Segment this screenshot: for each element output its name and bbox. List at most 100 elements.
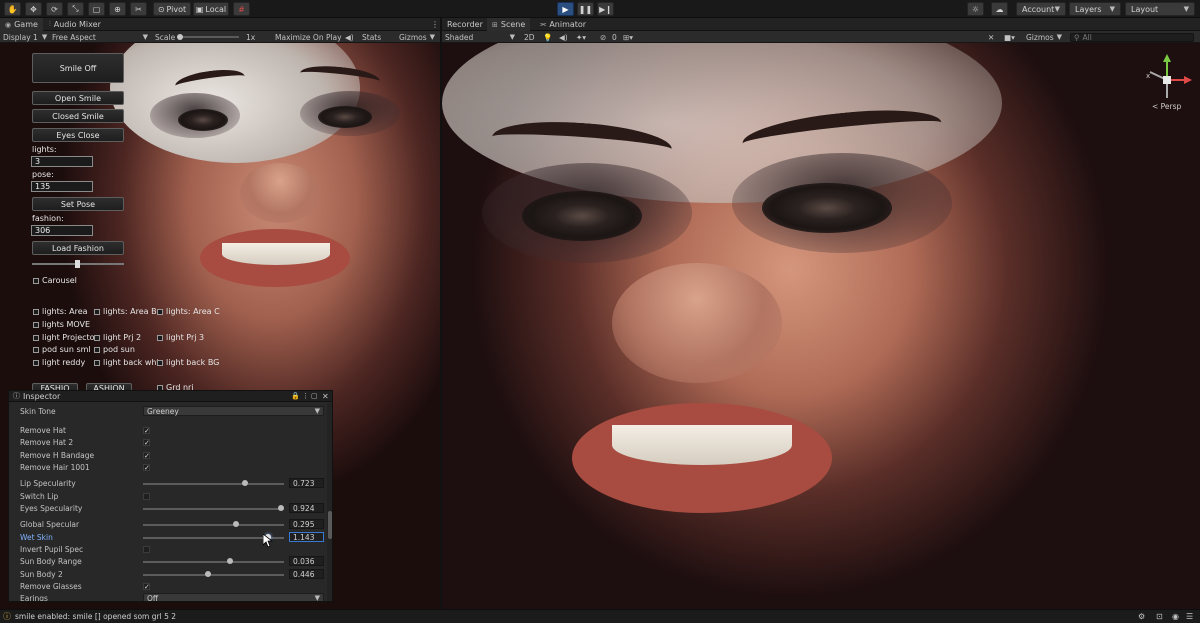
notifications-icon[interactable]: ☰ — [1186, 612, 1193, 621]
scale-tool-icon[interactable]: ⤡ — [67, 2, 84, 16]
custom-tool-icon[interactable]: ✂ — [130, 2, 147, 16]
perspective-toggle[interactable]: < Persp — [1152, 102, 1181, 111]
step-button[interactable]: ▶❙ — [597, 2, 614, 16]
sun-body-2-value[interactable]: 0.446 — [289, 569, 324, 579]
debug-icon[interactable]: ⚙ — [1138, 612, 1145, 621]
mute-audio-icon[interactable]: ◀) — [345, 31, 354, 43]
scale-slider-knob[interactable] — [177, 34, 183, 40]
tab-scene[interactable]: ⊞ Scene — [487, 18, 531, 31]
inspector-scrollbar[interactable] — [327, 403, 332, 601]
lights-input[interactable]: 3 — [31, 156, 93, 167]
grid-icon[interactable]: ⊞▾ — [623, 31, 633, 43]
scale-slider[interactable] — [177, 31, 239, 43]
aspect-dropdown[interactable]: Free Aspect ▼ — [52, 31, 148, 43]
pivot-toggle[interactable]: ⊙ Pivot — [153, 2, 191, 16]
carousel-checkbox[interactable]: Carousel — [33, 276, 77, 285]
maximize-on-play-toggle[interactable]: Maximize On Play — [275, 31, 342, 43]
cache-icon[interactable]: ⊡ — [1156, 612, 1163, 621]
close-icon[interactable]: ✕ — [322, 392, 329, 401]
layout-dropdown[interactable]: Layout ▼ — [1125, 2, 1195, 16]
check-light-reddy[interactable]: light reddy — [33, 358, 85, 367]
fashion-input[interactable]: 306 — [31, 225, 93, 236]
shading-dropdown[interactable]: Shaded ▼ — [445, 31, 515, 43]
snap-grid-icon[interactable]: # — [233, 2, 250, 16]
check-light-prj-2[interactable]: light Prj 2 — [94, 333, 141, 342]
scene-gizmos-dropdown[interactable]: Gizmos ▼ — [1026, 31, 1066, 43]
skin-tone-dropdown[interactable]: Greeney ▼ — [143, 406, 324, 416]
pause-button[interactable]: ❚❚ — [577, 2, 594, 16]
remove-hat-checkbox[interactable]: ✓ — [143, 427, 150, 435]
orientation-gizmo[interactable]: x — [1140, 50, 1195, 110]
progress-icon[interactable]: ◉ — [1172, 612, 1179, 621]
tab-game[interactable]: ◉ Game — [0, 18, 43, 31]
cloud-icon[interactable]: ☁ — [991, 2, 1008, 16]
invert-pupil-checkbox[interactable] — [143, 546, 150, 553]
panel-menu-icon[interactable]: ⋮ — [302, 392, 309, 400]
check-lights-area-c[interactable]: lights: Area C — [157, 307, 220, 316]
load-fashion-button[interactable]: Load Fashion — [32, 241, 124, 255]
lip-specularity-value[interactable]: 0.723 — [289, 478, 324, 488]
sun-body-range-track[interactable] — [143, 560, 284, 563]
sun-body-2-knob[interactable] — [204, 571, 211, 577]
rotate-tool-icon[interactable]: ⟳ — [46, 2, 63, 16]
account-dropdown[interactable]: Account ▼ — [1016, 2, 1066, 16]
remove-glasses-checkbox[interactable]: ✓ — [143, 583, 150, 591]
pose-input[interactable]: 135 — [31, 181, 93, 192]
lock-icon[interactable]: 🔒 — [291, 392, 300, 400]
remove-hair-checkbox[interactable]: ✓ — [143, 464, 150, 472]
global-specular-track[interactable] — [143, 523, 284, 526]
tools-icon[interactable]: ✕ — [988, 31, 994, 43]
rect-tool-icon[interactable]: ▢ — [88, 2, 105, 16]
mode-2d-toggle[interactable]: 2D — [524, 31, 535, 43]
wet-skin-value[interactable]: 1.143 — [289, 532, 324, 542]
check-pod-sun-sml[interactable]: pod sun sml — [33, 345, 91, 354]
tab-audio-mixer[interactable]: ⫶ Audio Mixer — [44, 18, 106, 31]
check-lights-move[interactable]: lights MOVE — [33, 320, 90, 329]
inspector-scrollbar-thumb[interactable] — [328, 511, 332, 539]
check-pod-sun[interactable]: pod sun — [94, 345, 135, 354]
check-light-back-bg[interactable]: light back BG — [157, 358, 219, 367]
earings-dropdown[interactable]: Off ▼ — [143, 593, 324, 601]
switch-lip-checkbox[interactable] — [143, 493, 150, 500]
hidden-objects-icon[interactable]: ⊘ — [600, 31, 606, 43]
sun-body-range-value[interactable]: 0.036 — [289, 556, 324, 566]
local-toggle[interactable]: ▣ Local — [193, 2, 229, 16]
remove-bandage-checkbox[interactable]: ✓ — [143, 452, 150, 460]
fashion-slider-knob[interactable] — [75, 260, 80, 268]
scene-search[interactable]: ⚲ All — [1070, 31, 1198, 43]
scene-search-input[interactable]: ⚲ All — [1070, 32, 1194, 42]
services-icon[interactable]: ☼ — [967, 2, 984, 16]
check-light-back-wht[interactable]: light back wht — [94, 358, 160, 367]
maximize-icon[interactable]: ▢ — [311, 392, 318, 400]
transform-tool-icon[interactable]: ⊕ — [109, 2, 126, 16]
game-gizmos-dropdown[interactable]: Gizmos ▼ — [399, 31, 439, 43]
sun-body-range-knob[interactable] — [227, 558, 234, 564]
layers-dropdown[interactable]: Layers ▼ — [1069, 2, 1121, 16]
eyes-specularity-track[interactable] — [143, 507, 284, 510]
check-light-projector[interactable]: light Projector — [33, 333, 98, 342]
check-lights-area-b[interactable]: lights: Area B — [94, 307, 157, 316]
stats-toggle[interactable]: Stats — [362, 31, 381, 43]
sun-body-2-track[interactable] — [143, 573, 284, 576]
global-specular-knob[interactable] — [233, 521, 240, 527]
closed-smile-button[interactable]: Closed Smile — [32, 109, 124, 123]
eyes-specularity-knob[interactable] — [278, 505, 285, 511]
move-tool-icon[interactable]: ✥ — [25, 2, 42, 16]
camera-icon[interactable]: ■▾ — [1004, 31, 1015, 43]
remove-hat-2-checkbox[interactable]: ✓ — [143, 439, 150, 447]
lip-specularity-knob[interactable] — [241, 480, 248, 486]
audio-toggle-icon[interactable]: ◀) — [559, 31, 568, 43]
open-smile-button[interactable]: Open Smile — [32, 91, 124, 105]
tab-animator[interactable]: ⫘ Animator — [535, 18, 591, 31]
global-specular-value[interactable]: 0.295 — [289, 519, 324, 529]
lip-specularity-track[interactable] — [143, 482, 284, 485]
scene-viewport[interactable] — [442, 43, 1200, 609]
tab-recorder[interactable]: Recorder — [442, 18, 488, 31]
display-dropdown[interactable]: Display 1 ▼ — [3, 31, 48, 43]
effects-icon[interactable]: ✦▾ — [576, 31, 586, 43]
hand-tool-icon[interactable]: ✋ — [4, 2, 21, 16]
lighting-icon[interactable]: 💡 — [543, 31, 552, 43]
play-button[interactable]: ▶ — [557, 2, 574, 16]
smile-off-button[interactable]: Smile Off — [32, 53, 124, 83]
check-light-prj-3[interactable]: light Prj 3 — [157, 333, 204, 342]
